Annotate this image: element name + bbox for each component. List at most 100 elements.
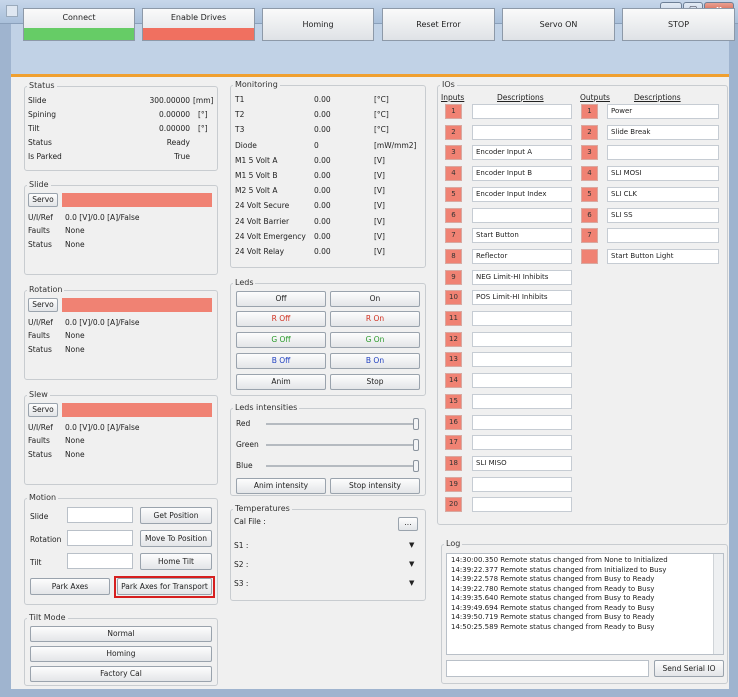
slew-servo-button[interactable]: Servo	[28, 403, 58, 417]
input-description-field[interactable]	[472, 435, 572, 451]
green-intensity-slider[interactable]	[266, 444, 418, 446]
status-slide-value: 300.00000	[149, 96, 190, 105]
input-description-field[interactable]	[472, 311, 572, 326]
monitoring-label: 24 Volt Barrier	[235, 216, 290, 226]
input-description-field[interactable]: Reflector	[472, 248, 572, 264]
input-description-field[interactable]	[472, 476, 572, 492]
output-description-field[interactable]: Start Button Light	[607, 248, 719, 264]
output-description-field[interactable]: SLI CLK	[607, 186, 719, 202]
home-tilt-button[interactable]: Home Tilt	[140, 553, 212, 570]
output-description-field[interactable]: SLI MOSI	[607, 166, 719, 182]
servo-on-button[interactable]: Servo ON	[502, 8, 615, 41]
input-description-field[interactable]	[472, 497, 572, 513]
input-description-field[interactable]: Encoder Input A	[472, 145, 572, 161]
s1-dropdown-arrow-icon[interactable]: ▼	[409, 541, 414, 549]
send-serial-io-button[interactable]: Send Serial IO	[654, 660, 724, 677]
serial-io-input[interactable]	[446, 660, 649, 677]
input-indicator: 10	[445, 290, 462, 306]
tilt-factory-cal-button[interactable]: Factory Cal	[30, 666, 212, 682]
monitoring-label: T2	[235, 110, 245, 120]
motion-slide-input[interactable]	[67, 507, 133, 523]
status-spining-label: Spining	[28, 110, 56, 119]
monitoring-label: M1 5 Volt B	[235, 171, 278, 180]
leds-g-on-button[interactable]: G On	[330, 332, 420, 348]
leds-stop-button[interactable]: Stop	[330, 374, 420, 390]
slew-uiref-value: 0.0 [V]/0.0 [A]/False	[65, 423, 140, 432]
motion-rotation-label: Rotation	[30, 535, 62, 544]
input-description-field[interactable]: NEG Limit-HI Inhibits	[472, 269, 572, 285]
motion-tilt-input[interactable]	[67, 553, 133, 569]
output-description-field[interactable]: SLI SS	[607, 207, 719, 223]
output-description-field[interactable]	[607, 145, 719, 161]
leds-g-off-button[interactable]: G Off	[236, 332, 326, 348]
output-description-field[interactable]	[607, 228, 719, 244]
leds-b-on-button[interactable]: B On	[330, 353, 420, 369]
homing-button[interactable]: Homing	[262, 8, 374, 41]
output-description-field[interactable]: Slide Break	[607, 124, 719, 140]
input-indicator: 3	[445, 145, 462, 161]
s2-dropdown-arrow-icon[interactable]: ▼	[409, 560, 414, 568]
input-description-field[interactable]	[472, 124, 572, 140]
s3-dropdown-arrow-icon[interactable]: ▼	[409, 579, 414, 587]
input-description-field[interactable]: Encoder Input Index	[472, 186, 572, 202]
monitoring-unit: [V]	[374, 186, 385, 196]
stop-button[interactable]: STOP	[622, 8, 735, 41]
connect-button[interactable]: Connect	[23, 8, 135, 41]
enable-drives-button[interactable]: Enable Drives	[142, 8, 255, 41]
reset-error-button[interactable]: Reset Error	[382, 8, 495, 41]
monitoring-value: 0.00	[314, 216, 331, 226]
log-list[interactable]: 14:30:00.350 Remote status changed from …	[446, 553, 724, 655]
slide-servo-button[interactable]: Servo	[28, 193, 58, 207]
leds-off-button[interactable]: Off	[236, 291, 326, 307]
stop-intensity-button[interactable]: Stop intensity	[330, 478, 420, 494]
input-description-field[interactable]	[472, 373, 572, 389]
input-description-field[interactable]: Start Button	[472, 228, 572, 244]
enable-drives-status-bar	[143, 28, 254, 40]
park-axes-button[interactable]: Park Axes	[30, 578, 110, 595]
slew-faults-label: Faults	[28, 436, 50, 445]
leds-b-off-button[interactable]: B Off	[236, 353, 326, 369]
input-description-field[interactable]	[472, 331, 572, 347]
input-description-field[interactable]	[472, 393, 572, 409]
output-description-field[interactable]: Power	[607, 104, 719, 119]
output-indicator: 3	[581, 145, 598, 161]
s1-label: S1 :	[234, 541, 249, 550]
log-scrollbar[interactable]	[713, 554, 723, 654]
motion-rotation-input[interactable]	[67, 530, 133, 546]
blue-intensity-slider[interactable]	[266, 465, 418, 467]
input-indicator: 12	[445, 331, 462, 347]
monitoring-value: 0.00	[314, 171, 331, 180]
input-description-field[interactable]: SLI MISO	[472, 455, 572, 471]
blue-slider-thumb[interactable]	[413, 460, 419, 472]
red-slider-thumb[interactable]	[413, 418, 419, 430]
tilt-homing-button[interactable]: Homing	[30, 646, 212, 662]
anim-intensity-button[interactable]: Anim intensity	[236, 478, 326, 494]
input-description-field[interactable]	[472, 207, 572, 223]
motion-slide-label: Slide	[30, 512, 49, 521]
input-description-field[interactable]	[472, 414, 572, 430]
green-slider-thumb[interactable]	[413, 439, 419, 451]
rotation-servo-button[interactable]: Servo	[28, 298, 58, 312]
input-description-field[interactable]	[472, 352, 572, 368]
monitoring-label: T3	[235, 125, 245, 135]
output-indicator	[581, 248, 598, 264]
leds-on-button[interactable]: On	[330, 291, 420, 307]
slide-uiref-label: U/I/Ref	[28, 213, 53, 222]
leds-r-on-button[interactable]: R On	[330, 311, 420, 327]
status-tilt-unit: [°]	[198, 124, 208, 133]
leds-anim-button[interactable]: Anim	[236, 374, 326, 390]
monitoring-unit: [V]	[374, 201, 385, 211]
input-description-field[interactable]	[472, 104, 572, 119]
input-description-field[interactable]: POS Limit-HI Inhibits	[472, 290, 572, 306]
taskbar-strip	[0, 689, 738, 697]
input-description-field[interactable]: Encoder Input B	[472, 166, 572, 182]
move-to-position-button[interactable]: Move To Position	[140, 530, 212, 547]
tilt-normal-button[interactable]: Normal	[30, 626, 212, 642]
get-position-button[interactable]: Get Position	[140, 507, 212, 524]
log-line: 14:39:22.377 Remote status changed from …	[451, 565, 667, 574]
monitoring-unit: [°C]	[374, 125, 389, 135]
cal-file-browse-button[interactable]: ...	[398, 517, 418, 531]
red-intensity-slider[interactable]	[266, 423, 418, 425]
leds-r-off-button[interactable]: R Off	[236, 311, 326, 327]
log-line: 14:39:35.640 Remote status changed from …	[451, 594, 655, 602]
